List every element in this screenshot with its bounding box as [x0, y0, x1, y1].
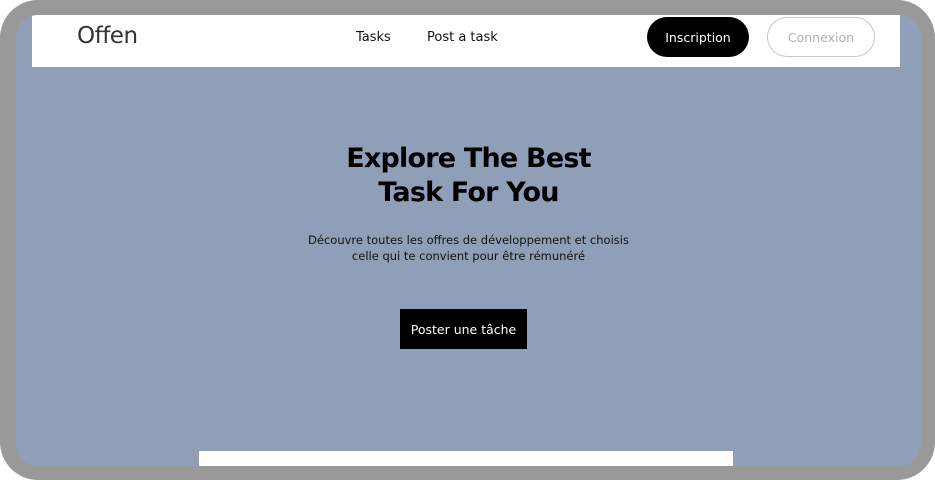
hero-section: Explore The Best Task For You Découvre t… [16, 142, 921, 264]
hero-title: Explore The Best Task For You [16, 142, 921, 210]
nav-link-post-task[interactable]: Post a task [427, 30, 498, 45]
hero-subtitle: Découvre toutes les offres de développem… [299, 232, 639, 264]
signup-button[interactable]: Inscription [647, 17, 749, 57]
hero-title-line-2: Task For You [378, 177, 559, 208]
post-task-button[interactable]: Poster une tâche [400, 309, 527, 349]
hero-subtitle-line-2: celle qui te convient pour être rémunéré [351, 249, 586, 263]
content-card [199, 451, 733, 466]
login-button[interactable]: Connexion [767, 17, 875, 57]
hero-subtitle-line-1: Découvre toutes les offres de développem… [308, 233, 629, 247]
browser-viewport: Offen Tasks Post a task Inscription Conn… [16, 15, 921, 466]
nav-link-tasks[interactable]: Tasks [356, 30, 391, 45]
hero-title-line-1: Explore The Best [346, 143, 591, 174]
device-frame: Offen Tasks Post a task Inscription Conn… [0, 0, 935, 480]
navbar: Offen Tasks Post a task Inscription Conn… [32, 15, 900, 67]
logo[interactable]: Offen [77, 23, 138, 49]
